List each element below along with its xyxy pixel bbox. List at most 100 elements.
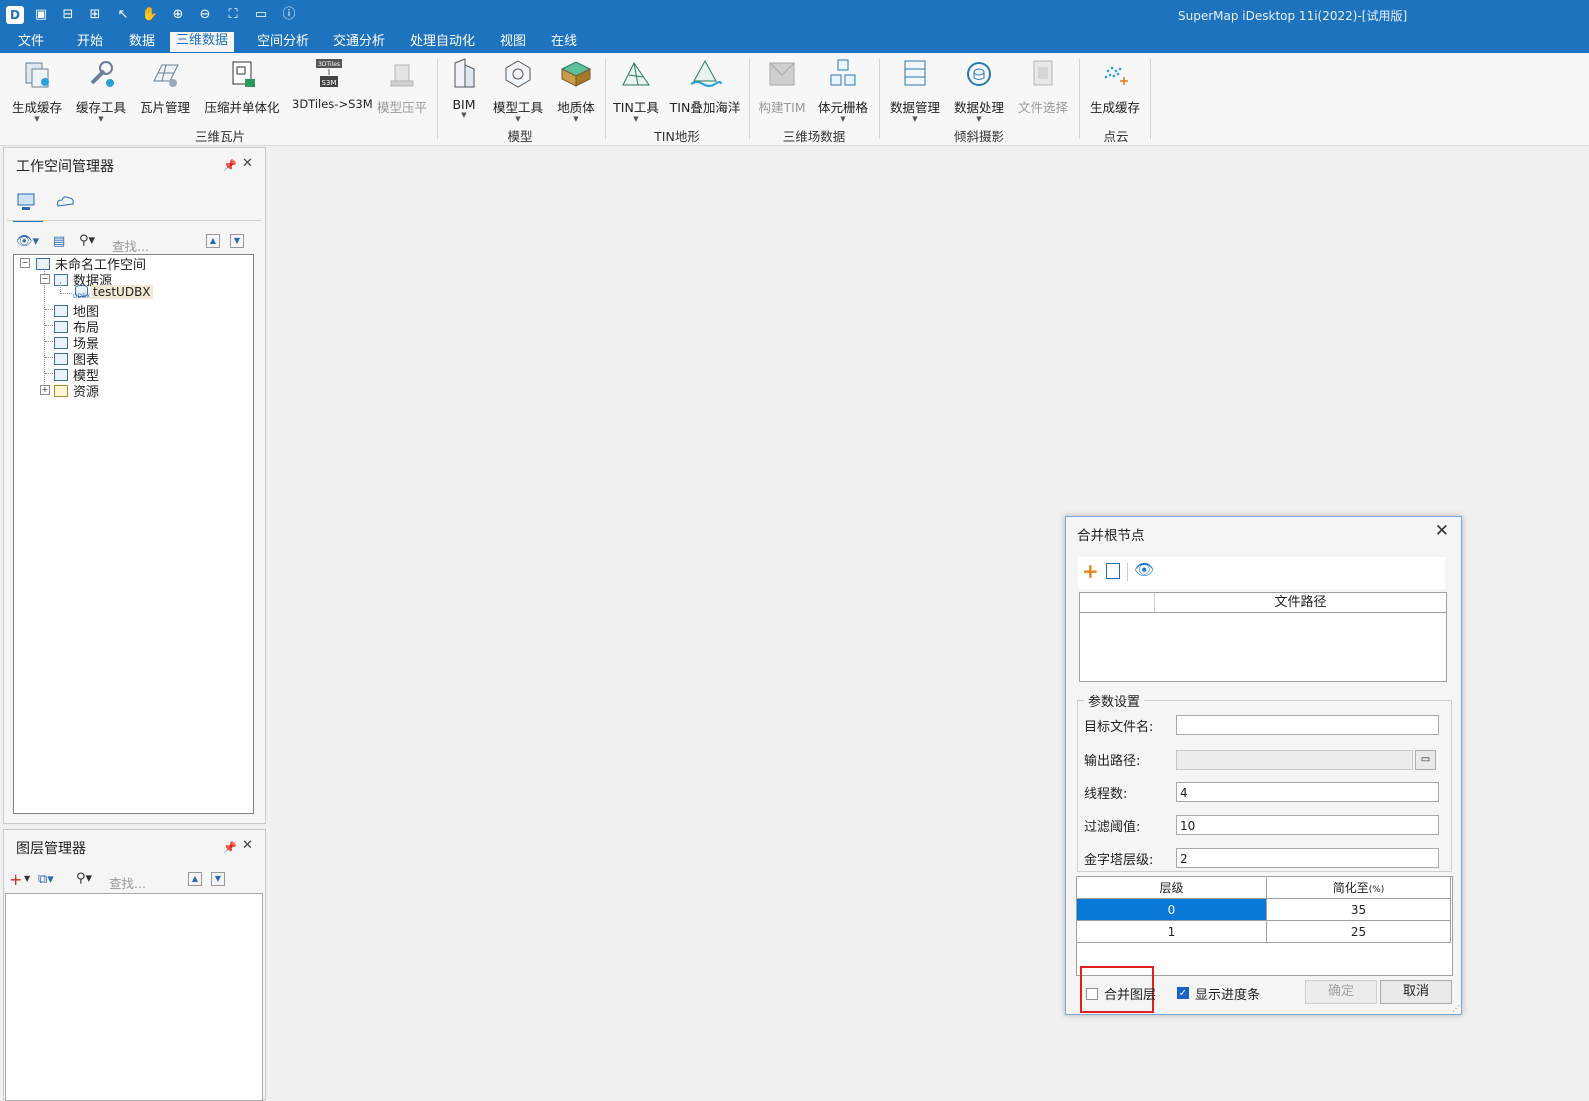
cache-tools-button[interactable]: 缓存工具 ▼: [72, 57, 130, 123]
model-flatten-button[interactable]: 模型压平: [373, 57, 431, 116]
voxel-grid-button[interactable]: 体元栅格 ▼: [814, 57, 872, 123]
ribbon-separator: [1150, 59, 1151, 139]
tree-node-testudbx[interactable]: UDBX testUDBX: [73, 285, 153, 300]
tab-cloud-workspace[interactable]: [51, 188, 81, 220]
browse-folder-button[interactable]: ▭: [1415, 750, 1436, 770]
search-icon[interactable]: ⚲▾: [76, 871, 92, 886]
target-filename-input[interactable]: [1176, 715, 1439, 735]
menu-online[interactable]: 在线: [545, 33, 583, 50]
data-processing-button[interactable]: 数据处理 ▼: [950, 57, 1008, 123]
cloud-database-icon: [57, 196, 74, 207]
pan-hand-icon[interactable]: ✋: [141, 6, 159, 24]
filter-threshold-input[interactable]: 10: [1176, 815, 1439, 835]
add-file-icon[interactable]: +: [1082, 559, 1099, 583]
pointcloud-generate-cache-label: 生成缓存: [1089, 100, 1140, 115]
cancel-button[interactable]: 取消: [1380, 980, 1452, 1004]
pointcloud-generate-cache-button[interactable]: 生成缓存: [1086, 57, 1144, 116]
search-icon[interactable]: ⚲▾: [79, 233, 95, 248]
simplify-cell[interactable]: 35: [1266, 898, 1451, 921]
close-icon[interactable]: ✕: [242, 838, 253, 853]
import-icon[interactable]: ⊟: [59, 6, 77, 24]
pyramid-level-label: 金字塔层级:: [1084, 853, 1154, 868]
geological-body-icon: [560, 61, 592, 87]
move-down-icon[interactable]: ▼: [211, 872, 225, 886]
pin-icon[interactable]: 📌: [223, 159, 237, 172]
tree-node-resources[interactable]: 资源: [54, 381, 99, 400]
menu-view[interactable]: 视图: [494, 33, 532, 50]
zoom-in-icon[interactable]: ⊕: [169, 6, 187, 24]
menu-3d-data[interactable]: 三维数据: [170, 32, 235, 52]
help-icon[interactable]: ⓘ: [280, 6, 298, 24]
tin-ocean-overlay-button[interactable]: TIN叠加海洋: [668, 57, 742, 116]
merge-layers-checkbox[interactable]: [1086, 988, 1098, 1000]
level-cell[interactable]: 0: [1076, 898, 1267, 921]
menu-file[interactable]: 文件: [12, 33, 50, 50]
menu-data[interactable]: 数据: [123, 33, 161, 50]
menu-traffic-analysis[interactable]: 交通分析: [327, 33, 391, 50]
delete-icon[interactable]: [1106, 563, 1120, 579]
resize-grip-icon[interactable]: ⋰: [1452, 1004, 1460, 1013]
pin-icon[interactable]: 📌: [223, 841, 237, 854]
export-icon[interactable]: ⊞: [86, 6, 104, 24]
view-options-icon[interactable]: 👁▾: [16, 234, 39, 249]
move-up-icon[interactable]: ▲: [188, 872, 202, 886]
new-document-icon[interactable]: ▤: [53, 234, 65, 249]
collapse-icon[interactable]: −: [20, 258, 30, 268]
build-tim-button[interactable]: 构建TIM: [756, 57, 808, 116]
level-cell[interactable]: 1: [1076, 920, 1267, 943]
move-down-icon[interactable]: ▼: [230, 234, 244, 248]
3dtiles-to-s3m-button[interactable]: 3DTiles S3M 3DTiles->S3M: [292, 57, 373, 111]
file-select-button[interactable]: 文件选择: [1014, 57, 1072, 116]
compress-monomer-button[interactable]: 压缩并单体化: [201, 57, 283, 116]
thread-count-input[interactable]: 4: [1176, 782, 1439, 802]
move-up-icon[interactable]: ▲: [206, 234, 220, 248]
full-extent-icon[interactable]: ⛶: [224, 6, 242, 24]
ribbon-separator: [605, 59, 606, 139]
tin-tools-label: TIN工具: [613, 100, 659, 115]
geological-body-button[interactable]: 地质体 ▼: [554, 57, 598, 123]
select-pointer-icon[interactable]: ↖: [114, 6, 132, 24]
ok-button[interactable]: 确定: [1305, 980, 1377, 1004]
bim-button[interactable]: BIM ▼: [444, 57, 484, 119]
dialog-close-icon[interactable]: ✕: [1435, 521, 1449, 541]
dropdown-arrow-icon: ▼: [976, 115, 982, 123]
model-tools-icon: [505, 60, 531, 88]
point-cloud-icon: [1104, 66, 1128, 85]
workspace-icon: [36, 258, 50, 270]
model-icon: [54, 369, 68, 381]
tab-local-workspace[interactable]: [13, 188, 43, 222]
generate-cache-button[interactable]: 生成缓存 ▼: [8, 57, 66, 123]
add-layer-icon[interactable]: +: [9, 870, 22, 889]
dropdown-arrow-icon[interactable]: ▼: [24, 874, 30, 883]
model-tools-button[interactable]: 模型工具 ▼: [490, 57, 546, 123]
show-progress-checkbox[interactable]: ✓: [1177, 987, 1189, 999]
menu-start[interactable]: 开始: [71, 33, 109, 50]
menu-automation[interactable]: 处理自动化: [404, 33, 481, 50]
chart-icon: [54, 353, 68, 365]
zoom-out-icon[interactable]: ⊖: [196, 6, 214, 24]
open-folder-icon[interactable]: ▭: [252, 6, 270, 24]
simplify-cell[interactable]: 25: [1266, 920, 1451, 943]
scene-icon: [54, 337, 68, 349]
dialog-title: 合并根节点: [1077, 528, 1145, 544]
menu-spatial-analysis[interactable]: 空间分析: [251, 33, 315, 50]
expand-icon[interactable]: +: [40, 385, 50, 395]
pyramid-level-input[interactable]: 2: [1176, 848, 1439, 868]
tin-tools-button[interactable]: TIN工具 ▼: [612, 57, 660, 123]
app-title: SuperMap iDesktop 11i(2022)-[试用版]: [1178, 9, 1408, 23]
layer-search-input[interactable]: 查找...: [109, 873, 146, 892]
data-management-button[interactable]: 数据管理 ▼: [886, 57, 944, 123]
ribbon-separator: [749, 59, 750, 139]
tile-management-button[interactable]: 瓦片管理: [136, 57, 194, 116]
layer-copy-icon[interactable]: ⧉▾: [38, 872, 54, 887]
group-model: 模型: [507, 129, 533, 144]
save-icon[interactable]: ▣: [32, 6, 50, 24]
model-flatten-label: 模型压平: [376, 100, 427, 115]
workspace-search-input[interactable]: 查找...: [112, 236, 149, 255]
collapse-icon[interactable]: −: [40, 274, 50, 284]
table-row[interactable]: 0 35: [1076, 898, 1451, 921]
table-row[interactable]: 1 25: [1076, 920, 1451, 943]
preview-eye-icon[interactable]: 👁: [1134, 560, 1154, 579]
output-path-input[interactable]: [1176, 750, 1413, 770]
close-icon[interactable]: ✕: [242, 156, 253, 171]
